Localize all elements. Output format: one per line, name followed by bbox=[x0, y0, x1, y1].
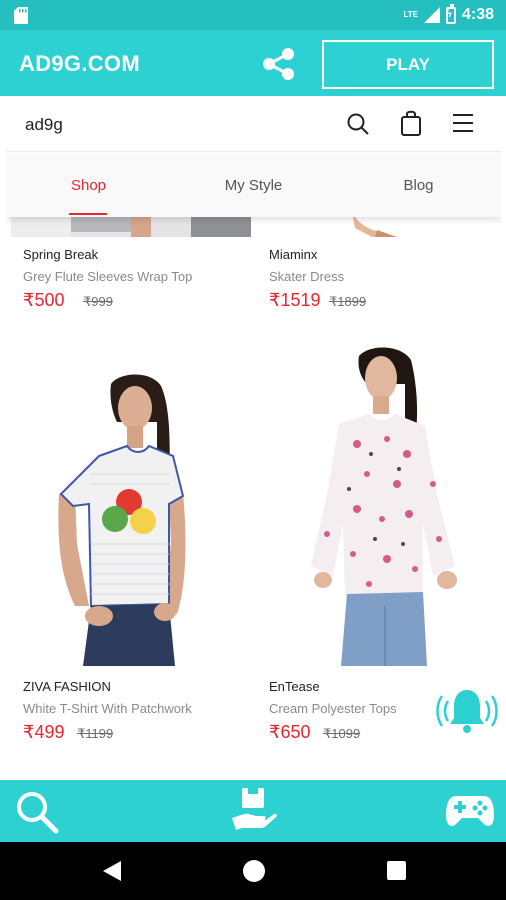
shop-webview: Spring Break Grey Flute Sleeves Wrap Top… bbox=[6, 96, 501, 780]
bottom-app-bar bbox=[0, 780, 506, 842]
product-name: Grey Flute Sleeves Wrap Top bbox=[23, 269, 193, 284]
product-image[interactable] bbox=[257, 344, 497, 666]
tab-blog[interactable]: Blog bbox=[336, 153, 501, 217]
product-brand: Miaminx bbox=[269, 247, 318, 262]
play-button[interactable]: PLAY bbox=[322, 40, 494, 89]
battery-icon bbox=[445, 3, 456, 24]
delivery-hand-icon[interactable] bbox=[228, 786, 278, 836]
menu-icon[interactable] bbox=[452, 113, 474, 133]
home-icon[interactable] bbox=[243, 860, 265, 882]
product-mrp: ₹1199 bbox=[77, 726, 114, 741]
gamepad-icon[interactable] bbox=[446, 792, 494, 830]
signal-icon bbox=[423, 7, 440, 23]
share-icon[interactable] bbox=[260, 45, 298, 83]
search-icon[interactable] bbox=[14, 789, 60, 835]
site-tabs: Shop My Style Blog bbox=[6, 153, 501, 217]
tab-my-style[interactable]: My Style bbox=[171, 153, 336, 217]
product-mrp: ₹999 bbox=[83, 294, 113, 309]
site-header: ad9g bbox=[6, 96, 501, 152]
search-icon[interactable] bbox=[346, 112, 370, 136]
status-indicators: LTE 4:38 bbox=[403, 3, 494, 25]
recents-icon[interactable] bbox=[387, 861, 406, 880]
app-header: AD9G.COM PLAY bbox=[0, 30, 506, 96]
phone-screen: LTE 4:38 AD9G.COM PLAY bbox=[0, 0, 506, 900]
product-price: ₹1519 bbox=[269, 290, 321, 310]
product-brand: EnTease bbox=[269, 679, 320, 694]
product-brand: Spring Break bbox=[23, 247, 99, 262]
android-nav-bar bbox=[0, 842, 506, 900]
product-price: ₹499 bbox=[23, 722, 65, 742]
product-name: White T-Shirt With Patchwork bbox=[23, 701, 192, 716]
bag-icon[interactable] bbox=[400, 110, 422, 136]
product-brand: ZIVA FASHION bbox=[23, 679, 111, 694]
product-price: ₹650 bbox=[269, 722, 311, 742]
clock: 4:38 bbox=[461, 6, 494, 23]
back-icon[interactable] bbox=[101, 860, 123, 882]
product-mrp: ₹1899 bbox=[329, 294, 367, 309]
status-bar: LTE 4:38 bbox=[0, 0, 506, 30]
network-type: LTE bbox=[403, 10, 418, 19]
product-image[interactable] bbox=[11, 344, 251, 666]
site-logo[interactable]: ad9g bbox=[25, 115, 63, 135]
product-name: Cream Polyester Tops bbox=[269, 701, 397, 716]
bell-ring-icon[interactable] bbox=[434, 686, 500, 736]
product-name: Skater Dress bbox=[269, 269, 345, 284]
sd-card-icon bbox=[14, 7, 28, 24]
product-mrp: ₹1099 bbox=[323, 726, 361, 741]
app-title: AD9G.COM bbox=[19, 51, 140, 76]
product-price: ₹500 bbox=[23, 290, 65, 310]
tab-shop[interactable]: Shop bbox=[6, 153, 171, 217]
